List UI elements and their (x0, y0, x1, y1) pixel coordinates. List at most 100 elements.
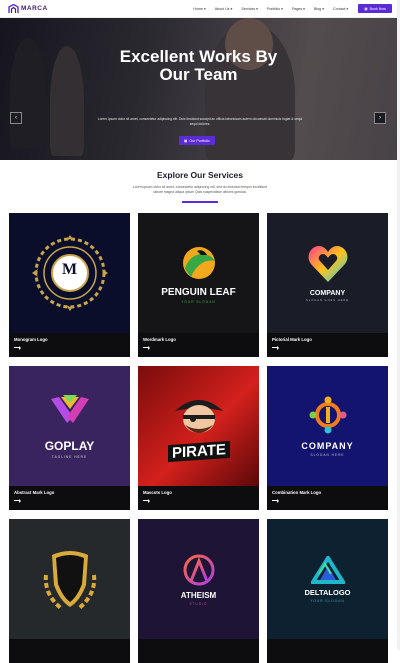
chevron-right-icon: › (379, 115, 381, 121)
brand-logo-icon (8, 3, 19, 13)
nav-label: Pages (291, 6, 303, 11)
hero-title: Excellent Works By Our Team (0, 48, 397, 84)
shield-icon (43, 550, 96, 611)
triangle-icon (310, 556, 345, 584)
nav-label: About Us (214, 6, 230, 11)
nav-item-home[interactable]: Home ▾ (193, 7, 205, 11)
arrow-right-icon[interactable] (143, 498, 150, 504)
service-card-abstract[interactable]: GOPLAY TAGLINE HERE Abstract Mark Logo (9, 366, 130, 510)
service-card-emblem[interactable] (9, 519, 130, 663)
mascot-logo-art: PIRATE (138, 366, 259, 486)
brand-logo[interactable]: MARCA (8, 3, 48, 14)
atheism-brand: ATHEISM (180, 591, 217, 600)
calendar-icon: ▦ (364, 6, 368, 11)
card-footer: Pictorial Mark Logo (267, 333, 388, 357)
hero-subtitle: Lorem ipsum dolor sit amet, consectetur … (97, 117, 303, 126)
nav-label: Blog (313, 6, 322, 11)
atheism-tagline: STUDIO (189, 602, 208, 606)
heart-icon (308, 246, 347, 282)
chevron-down-icon: ▾ (203, 6, 206, 11)
delta-tagline: YOUR SLOGAN (310, 599, 345, 603)
arrow-right-icon[interactable] (272, 345, 279, 351)
hero-slider: Excellent Works By Our Team Lorem ipsum … (0, 18, 397, 160)
mascot-brand: PIRATE (167, 440, 230, 462)
slider-prev-button[interactable]: ‹ (10, 112, 22, 124)
our-portfolio-button[interactable]: ▦ Our Portfolio (179, 136, 215, 145)
chevron-down-icon: ▾ (230, 6, 233, 11)
arrow-right-icon[interactable] (143, 345, 150, 351)
nav-item-about[interactable]: About Us ▾ (215, 7, 233, 11)
chevron-down-icon: ▾ (256, 6, 258, 11)
nav-item-blog[interactable]: Blog ▾ (314, 7, 324, 11)
service-card-monogram[interactable]: M Monogram Logo (9, 213, 130, 357)
card-label: Wordmark Logo (143, 337, 176, 342)
combination-tagline: SLOGAN HERE (310, 453, 345, 457)
service-card-mascot[interactable]: PIRATE Mascots Logo (138, 366, 259, 510)
chevron-down-icon: ▾ (281, 6, 283, 11)
pictorial-brand: COMPANY (309, 290, 346, 297)
card-label: Monogram Logo (14, 337, 48, 342)
card-footer: Combination Mark Logo (267, 486, 388, 510)
nav-label: Home (193, 6, 203, 11)
abstract-tagline: TAGLINE HERE (51, 455, 88, 459)
card-label: Mascots Logo (143, 490, 172, 495)
hero-title-line: Excellent Works By (119, 47, 278, 66)
card-footer: Monogram Logo (9, 333, 130, 357)
service-card-pictorial[interactable]: COMPANY SLOGAN GOES HERE Pictorial Mark … (267, 213, 388, 357)
delta-logo-art: DELTALOGO YOUR SLOGAN (267, 519, 388, 640)
service-card-atheism[interactable]: ATHEISM STUDIO (138, 519, 259, 663)
abstract-logo-art: GOPLAY TAGLINE HERE (9, 366, 130, 486)
chevron-down-icon: ▾ (346, 6, 349, 11)
combination-logo-art: COMPANY SLOGAN HERE (267, 366, 388, 486)
book-now-button[interactable]: ▦ Book Now (358, 4, 392, 13)
chevron-left-icon: ‹ (15, 115, 17, 121)
services-description: Lorem ipsum dolor sit amet, consectetur … (132, 185, 268, 194)
grid-icon: ▦ (184, 138, 188, 143)
chevron-down-icon: ▾ (303, 6, 305, 11)
abstract-mark-icon (50, 395, 89, 423)
nav-label: Services (241, 6, 256, 11)
nav-label: Portfolio (266, 6, 281, 11)
nav-label: Contact (333, 6, 346, 11)
card-label: Abstract Mark Logo (14, 490, 55, 495)
services-title: Explore Our Services (157, 170, 243, 180)
delta-brand: DELTALOGO (304, 588, 351, 597)
card-footer (9, 639, 130, 663)
emblem-logo-art (9, 519, 130, 640)
card-footer: Abstract Mark Logo (9, 486, 130, 510)
service-card-wordmark[interactable]: PENGUIN LEAF YOUR SLOGAN Wordmark Logo (138, 213, 259, 357)
top-navbar: MARCA Home ▾ About Us ▾ Services ▾ Portfoli… (0, 0, 400, 18)
card-footer: Mascots Logo (138, 486, 259, 510)
service-card-combination[interactable]: COMPANY SLOGAN HERE Combination Mark Log… (267, 366, 388, 510)
monogram-letter: M (61, 261, 78, 278)
arrow-right-icon[interactable] (272, 498, 279, 504)
combination-brand: COMPANY (301, 441, 354, 451)
chevron-down-icon: ▾ (322, 6, 324, 11)
service-card-delta[interactable]: DELTALOGO YOUR SLOGAN (267, 519, 388, 663)
pictorial-logo-art: COMPANY SLOGAN GOES HERE (267, 213, 388, 333)
slider-next-button[interactable]: › (374, 112, 386, 124)
nav-item-services[interactable]: Services ▾ (241, 7, 258, 11)
nav-item-portfolio[interactable]: Portfolio ▾ (267, 7, 283, 11)
people-circle-icon (309, 396, 346, 434)
abstract-brand: GOPLAY (44, 439, 95, 453)
nav-item-pages[interactable]: Pages ▾ (292, 7, 305, 11)
main-nav: Home ▾ About Us ▾ Services ▾ Portfolio ▾ Pag… (193, 7, 348, 11)
card-footer (138, 639, 259, 663)
section-divider (182, 201, 218, 203)
arrow-right-icon[interactable] (14, 345, 21, 351)
card-label: Pictorial Mark Logo (272, 337, 312, 342)
pirate-mascot-icon (174, 399, 223, 433)
wordmark-logo-art: PENGUIN LEAF YOUR SLOGAN (138, 213, 259, 333)
atheism-logo-art: ATHEISM STUDIO (138, 519, 259, 640)
letter-a-icon (183, 554, 214, 586)
hero-title-line: Our Team (159, 65, 238, 84)
card-footer: Wordmark Logo (138, 333, 259, 357)
monogram-logo-art: M (9, 213, 130, 333)
our-portfolio-label: Our Portfolio (189, 138, 210, 143)
wordmark-tagline: YOUR SLOGAN (181, 299, 216, 304)
leaf-icon (182, 246, 215, 279)
card-footer (267, 639, 388, 663)
nav-item-contact[interactable]: Contact ▾ (333, 7, 348, 11)
arrow-right-icon[interactable] (14, 498, 21, 504)
